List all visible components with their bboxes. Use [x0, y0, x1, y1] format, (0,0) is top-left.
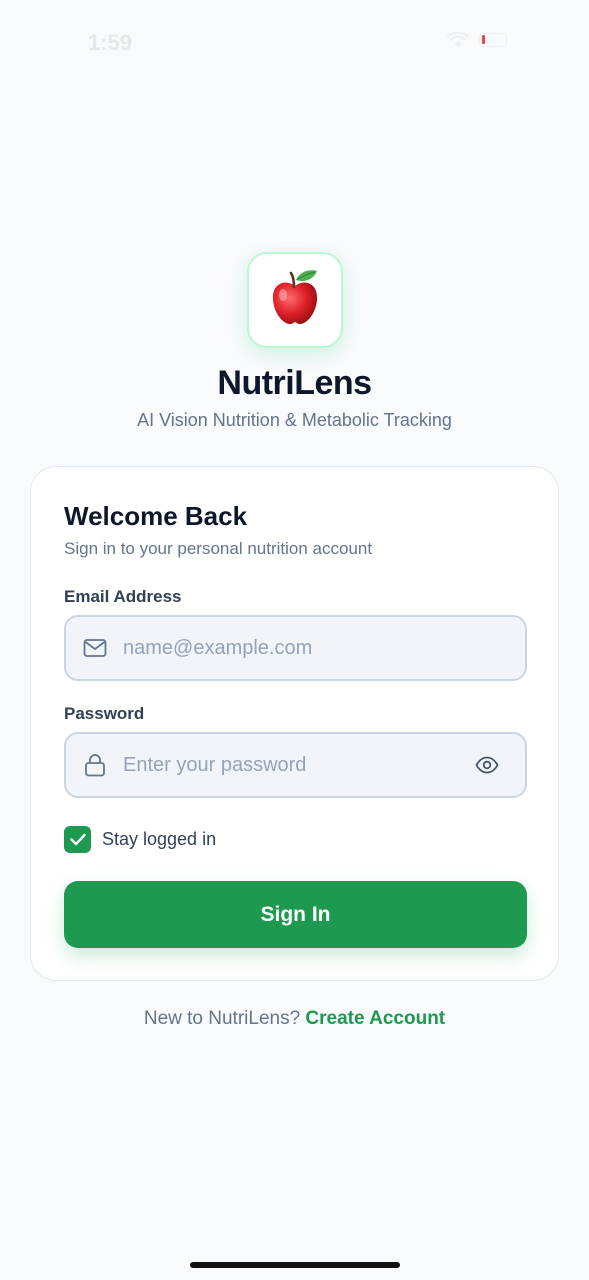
- battery-icon: [479, 33, 507, 47]
- password-field[interactable]: [123, 753, 473, 777]
- mail-icon: [83, 636, 107, 660]
- check-icon: [69, 833, 86, 846]
- eye-icon[interactable]: [473, 751, 501, 779]
- footer-signup-prompt: New to NutriLens? Create Account: [0, 1008, 589, 1030]
- password-input-box[interactable]: [64, 732, 527, 798]
- stay-logged-in-checkbox[interactable]: [64, 826, 91, 853]
- app-name: NutriLens: [217, 364, 372, 402]
- lock-icon: [83, 753, 107, 777]
- create-account-link[interactable]: Create Account: [305, 1008, 445, 1029]
- card-title: Welcome Back: [64, 501, 248, 531]
- footer-prompt-text: New to NutriLens?: [143, 1008, 306, 1029]
- email-label: Email Address: [64, 587, 182, 606]
- home-indicator[interactable]: [190, 1262, 400, 1268]
- app-tagline: AI Vision Nutrition & Metabolic Tracking: [137, 410, 452, 430]
- remember-row[interactable]: Stay logged in: [64, 826, 216, 853]
- email-field[interactable]: [123, 636, 525, 660]
- status-bar: 1:59: [0, 0, 589, 86]
- wifi-icon: [447, 32, 469, 48]
- password-label: Password: [64, 704, 145, 723]
- apple-icon: [268, 268, 322, 333]
- sign-in-button[interactable]: Sign In: [64, 881, 527, 948]
- card-subtitle: Sign in to your personal nutrition accou…: [64, 539, 373, 558]
- status-time: 1:59: [88, 30, 133, 55]
- login-card: Welcome Back Sign in to your personal nu…: [30, 466, 559, 981]
- status-icons: [447, 32, 507, 48]
- stay-logged-in-label[interactable]: Stay logged in: [102, 829, 216, 850]
- email-input-box[interactable]: [64, 615, 527, 681]
- app-logo: [247, 252, 343, 348]
